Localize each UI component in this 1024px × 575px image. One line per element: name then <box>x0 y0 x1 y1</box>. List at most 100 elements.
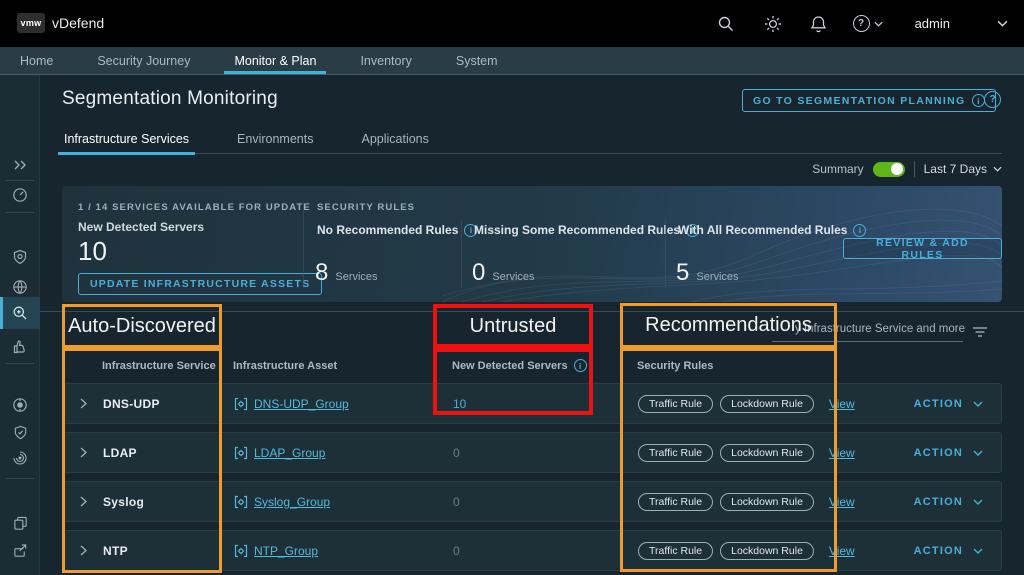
left-sidebar <box>0 75 40 575</box>
new-detected-servers-value: 10 <box>78 236 107 267</box>
sidebar-monitoring-active-icon[interactable] <box>0 297 40 329</box>
view-controls: Summary Last 7 Days <box>812 161 1002 177</box>
sidebar-shield-overview-icon[interactable] <box>0 241 40 273</box>
lockdown-rule-badge: Lockdown Rule <box>720 395 814 413</box>
asset-group-link[interactable]: NTP_Group <box>254 544 318 558</box>
vmware-logo: vmw <box>17 13 45 33</box>
tab-applications[interactable]: Applications <box>359 128 430 153</box>
service-name: Syslog <box>103 495 144 509</box>
summary-toggle[interactable] <box>873 162 905 177</box>
with-all-rules-value: 5Services <box>676 259 739 287</box>
chevron-down-icon <box>973 548 983 554</box>
row-expand-chevron-icon[interactable] <box>63 496 103 507</box>
view-rules-link[interactable]: View <box>829 495 855 509</box>
chevron-down-icon <box>973 401 983 407</box>
search-icon[interactable] <box>716 14 736 34</box>
service-name: LDAP <box>103 446 137 460</box>
action-dropdown[interactable]: ACTION <box>914 545 983 557</box>
update-infrastructure-assets-button[interactable]: UPDATE INFRASTRUCTURE ASSETS <box>78 273 322 295</box>
sidebar-export-icon[interactable] <box>0 534 40 566</box>
table-row-ldap: LDAP LDAP_Group 0 Traffic Rule Lockdown … <box>62 432 1002 473</box>
page-title: Segmentation Monitoring <box>62 88 278 110</box>
new-detected-servers-label: New Detected Servers <box>78 220 204 234</box>
view-rules-link[interactable]: View <box>829 446 855 460</box>
nav-item-system[interactable]: System <box>434 47 520 74</box>
tab-infrastructure-services[interactable]: Infrastructure Services <box>62 128 191 153</box>
table-row-dns-udp: DNS-UDP DNS-UDP_Group 10 Traffic Rule Lo… <box>62 383 1002 424</box>
traffic-rule-badge: Traffic Rule <box>638 493 713 511</box>
page-help-icon[interactable]: ? <box>984 91 1001 108</box>
with-all-rules-label: With All Recommended Rules i <box>678 223 866 237</box>
new-detected-servers-count[interactable]: 10 <box>453 397 466 411</box>
time-range-dropdown[interactable]: Last 7 Days <box>924 162 1002 176</box>
asset-group-link[interactable]: DNS-UDP_Group <box>254 397 349 411</box>
sidebar-dashboard-icon[interactable] <box>0 179 40 211</box>
filter-icon[interactable] <box>972 325 988 344</box>
notifications-bell-icon[interactable] <box>809 14 829 34</box>
col-header-security-rules: Security Rules <box>637 360 713 372</box>
top-bar: vmw vDefend ? admin <box>0 0 1024 47</box>
col-header-infrastructure-service: Infrastructure Service <box>102 360 216 372</box>
chevron-down-icon <box>973 450 983 456</box>
action-dropdown[interactable]: ACTION <box>914 447 983 459</box>
summary-stats-panel: 1 / 14 SERVICES AVAILABLE FOR UPDATE New… <box>62 186 1002 302</box>
col-header-new-detected-servers: New Detected Serversi <box>452 359 637 372</box>
nav-item-security-journey[interactable]: Security Journey <box>75 47 212 74</box>
group-icon <box>234 446 248 460</box>
group-icon <box>234 397 248 411</box>
no-recommended-rules-value: 8Services <box>315 259 378 287</box>
nav-item-inventory[interactable]: Inventory <box>338 47 433 74</box>
vdefend-app-window: vmw vDefend ? admin Home Security Journ <box>0 0 1024 575</box>
help-icon[interactable]: ? <box>853 14 883 34</box>
traffic-rule-badge: Traffic Rule <box>638 395 713 413</box>
group-icon <box>234 495 248 509</box>
tab-environments[interactable]: Environments <box>235 128 315 153</box>
user-menu[interactable]: admin <box>915 16 950 31</box>
chevron-down-icon <box>993 166 1002 172</box>
new-detected-servers-count: 0 <box>453 495 460 509</box>
lockdown-rule-badge: Lockdown Rule <box>720 444 814 462</box>
table-row-ntp: NTP NTP_Group 0 Traffic Rule Lockdown Ru… <box>62 530 1002 571</box>
col-header-infrastructure-asset: Infrastructure Asset <box>233 360 337 372</box>
traffic-rule-badge: Traffic Rule <box>638 444 713 462</box>
action-dropdown[interactable]: ACTION <box>914 496 983 508</box>
main-nav: Home Security Journey Monitor & Plan Inv… <box>0 47 1024 75</box>
row-expand-chevron-icon[interactable] <box>63 545 103 556</box>
service-name: NTP <box>103 544 128 558</box>
chevron-down-icon <box>973 499 983 505</box>
view-rules-link[interactable]: View <box>829 397 855 411</box>
action-dropdown[interactable]: ACTION <box>914 398 983 410</box>
page-tabs: Infrastructure Services Environments App… <box>62 128 1002 154</box>
traffic-rule-badge: Traffic Rule <box>638 542 713 560</box>
sidebar-threat-swirl-icon[interactable] <box>0 442 40 474</box>
services-available-kicker: 1 / 14 SERVICES AVAILABLE FOR UPDATE <box>78 202 311 213</box>
nav-item-monitor-plan[interactable]: Monitor & Plan <box>212 47 338 74</box>
sidebar-expand-icon[interactable] <box>0 149 40 181</box>
info-icon[interactable]: i <box>574 359 587 372</box>
info-icon[interactable]: i <box>853 224 866 237</box>
lockdown-rule-badge: Lockdown Rule <box>720 542 814 560</box>
group-icon <box>234 544 248 558</box>
infrastructure-services-table: DNS-UDP DNS-UDP_Group 10 Traffic Rule Lo… <box>62 383 1002 575</box>
new-detected-servers-count: 0 <box>453 544 460 558</box>
no-recommended-rules-label: No Recommended Rules i <box>317 223 477 237</box>
table-row-syslog: Syslog Syslog_Group 0 Traffic Rule Lockd… <box>62 481 1002 522</box>
view-rules-link[interactable]: View <box>829 544 855 558</box>
asset-group-link[interactable]: Syslog_Group <box>254 495 330 509</box>
nav-item-home[interactable]: Home <box>20 47 75 74</box>
lockdown-rule-badge: Lockdown Rule <box>720 493 814 511</box>
brightness-icon[interactable] <box>763 14 783 34</box>
asset-group-link[interactable]: LDAP_Group <box>254 446 325 460</box>
missing-some-rules-value: 0Services <box>472 259 535 287</box>
sidebar-recommendation-icon[interactable] <box>0 331 40 363</box>
new-detected-servers-count: 0 <box>453 446 460 460</box>
go-to-segmentation-planning-button[interactable]: GO TO SEGMENTATION PLANNING i <box>742 89 996 112</box>
user-chevron-icon[interactable] <box>992 14 1012 34</box>
filter-input[interactable]: y Infrastructure Service and more <box>793 323 965 335</box>
product-name: vDefend <box>52 15 104 31</box>
service-name: DNS-UDP <box>103 397 160 411</box>
security-rules-heading: SECURITY RULES <box>317 202 415 213</box>
review-add-rules-button[interactable]: REVIEW & ADD RULES <box>843 238 1002 259</box>
row-expand-chevron-icon[interactable] <box>63 398 103 409</box>
row-expand-chevron-icon[interactable] <box>63 447 103 458</box>
